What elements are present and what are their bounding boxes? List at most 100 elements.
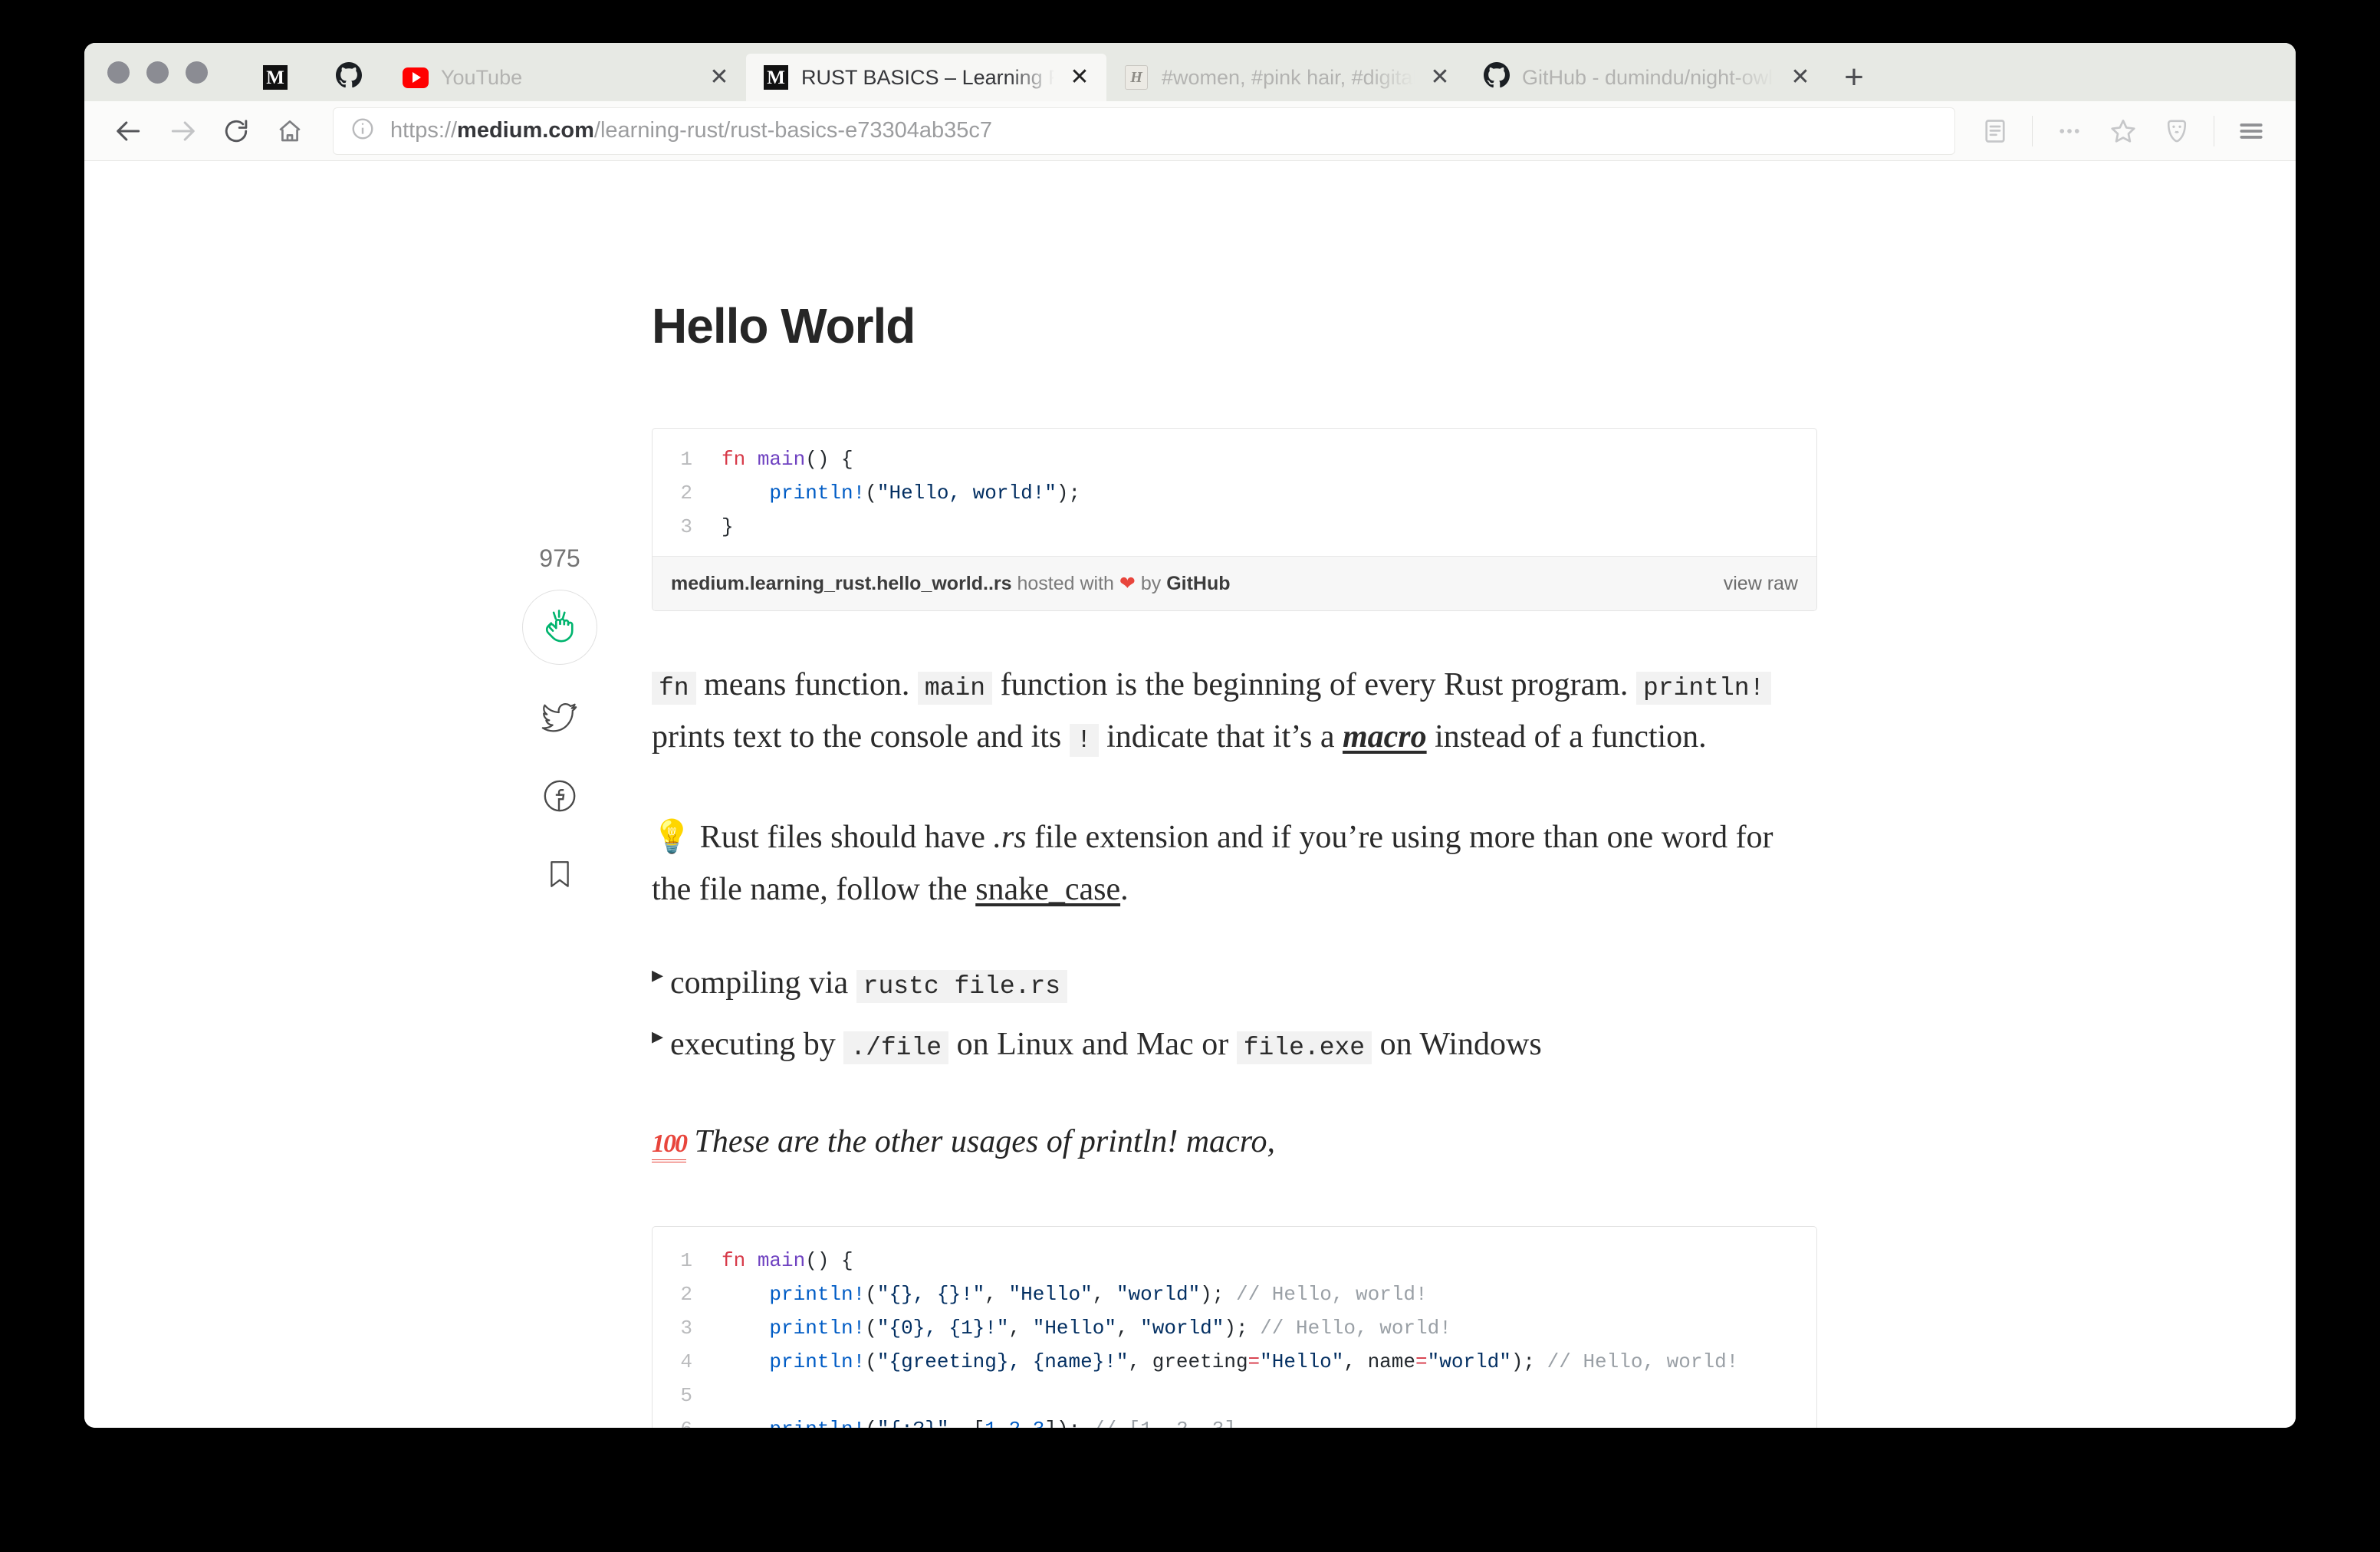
- code-text: println!("{:?}", [1,2,3]); // [1, 2, 3]: [712, 1412, 1236, 1428]
- inline-code: ./file: [843, 1031, 949, 1065]
- code-line: 3 println!("{0}, {1}!", "Hello", "world"…: [653, 1311, 1816, 1345]
- code-token: 3: [1033, 1418, 1045, 1428]
- window-close-button[interactable]: [107, 61, 130, 84]
- text-run: on Windows: [1372, 1027, 1542, 1063]
- code-token: 1: [985, 1418, 997, 1428]
- code-token: =: [1415, 1350, 1428, 1374]
- bullet-list: compiling via rustc file.rs executing by …: [652, 957, 1817, 1070]
- code-block-2: 1 fn main() {2 println!("{}, {}!", "Hello…: [652, 1226, 1817, 1428]
- bookmark-star-icon[interactable]: [2099, 107, 2148, 156]
- tab-hashtags[interactable]: H #women, #pink hair, #digital art ✕: [1106, 54, 1467, 101]
- tab-rust-basics[interactable]: M RUST BASICS – Learning Rust – ✕: [746, 54, 1106, 101]
- medium-logo-icon: M: [764, 65, 788, 90]
- line-number: 6: [653, 1412, 712, 1428]
- site-info-icon[interactable]: [350, 117, 375, 145]
- clap-button[interactable]: [522, 590, 597, 665]
- twitter-share-button[interactable]: [536, 695, 583, 743]
- bookmark-button[interactable]: [536, 852, 583, 899]
- tab-close-button[interactable]: ✕: [1067, 64, 1093, 90]
- code-token: println!: [769, 1350, 866, 1374]
- tab-close-button[interactable]: ✕: [1427, 64, 1453, 90]
- code-token: }: [722, 515, 734, 538]
- reader-mode-icon[interactable]: [1971, 107, 2020, 156]
- facebook-share-button[interactable]: [536, 774, 583, 821]
- new-tab-button[interactable]: +: [1827, 54, 1881, 101]
- medium-logo-icon: M: [263, 65, 288, 90]
- reload-button[interactable]: [212, 107, 261, 156]
- tab-medium-pinned[interactable]: M: [238, 54, 312, 101]
- view-raw-link[interactable]: view raw: [1724, 573, 1798, 595]
- code-token: , [: [948, 1418, 985, 1428]
- tab-favicon: M: [262, 64, 288, 90]
- tab-title: RUST BASICS – Learning Rust –: [801, 65, 1054, 89]
- code-token: =: [1248, 1350, 1261, 1374]
- code-token: () {: [805, 448, 853, 471]
- page-actions-icon[interactable]: [2045, 107, 2094, 156]
- inline-link[interactable]: macro: [1343, 719, 1427, 755]
- text-run: Rust files should have: [692, 820, 994, 856]
- text-run: compiling via: [670, 965, 856, 1001]
- browser-toolbar-actions: [1971, 107, 2276, 156]
- code-token: , name: [1343, 1350, 1415, 1374]
- code-line: 2 println!("Hello, world!");: [653, 476, 1816, 510]
- code-token: "{}, {}!": [876, 1283, 985, 1307]
- paragraph-rs-extension: 💡 Rust files should have .rs file extens…: [652, 811, 1817, 916]
- menu-hamburger-icon[interactable]: [2227, 107, 2276, 156]
- inline-code: main: [917, 672, 993, 705]
- youtube-logo-icon: [403, 67, 429, 88]
- code-line: 1 fn main() {: [653, 1244, 1816, 1277]
- code-token: "world": [1116, 1283, 1201, 1307]
- tab-close-button[interactable]: ✕: [706, 64, 732, 90]
- code-token: ]);: [1044, 1418, 1092, 1428]
- code-token: fn: [722, 448, 746, 471]
- code-token: "{:?}": [877, 1418, 949, 1428]
- page-title: Hello World: [652, 298, 916, 353]
- hundred-points-icon: 100: [652, 1129, 688, 1163]
- window-zoom-button[interactable]: [186, 61, 208, 84]
- inline-code: rustc file.rs: [856, 970, 1068, 1004]
- code-token: "Hello, world!": [876, 482, 1057, 505]
- facebook-icon: [541, 778, 578, 818]
- inline-link[interactable]: snake_case: [975, 872, 1120, 907]
- code-token: println!: [769, 1283, 866, 1307]
- window-traffic-lights: [107, 43, 238, 101]
- tab-strip: M YouTube ✕ M RUST BASICS – Learning Rust – ✕…: [84, 43, 2296, 101]
- tab-night-owl[interactable]: GitHub - dumindu/night-owl: UI ✕: [1467, 54, 1827, 101]
- gist-footer: medium.learning_rust.hello_world..rs hos…: [653, 556, 1816, 610]
- code-text: println!("Hello, world!");: [712, 476, 1080, 510]
- back-button[interactable]: [104, 107, 153, 156]
- browser-window: M YouTube ✕ M RUST BASICS – Learning Rust – ✕…: [84, 43, 2296, 1428]
- tab-title: YouTube: [441, 65, 523, 89]
- pocket-icon[interactable]: [2152, 107, 2201, 156]
- tab-close-button[interactable]: ✕: [1787, 64, 1813, 90]
- line-number: 3: [680, 1317, 692, 1340]
- tab-github-pinned[interactable]: [312, 54, 386, 101]
- home-button[interactable]: [265, 107, 314, 156]
- tab-favicon: H: [1123, 64, 1149, 90]
- line-number: 5: [680, 1384, 692, 1408]
- inline-code: println!: [1635, 672, 1772, 705]
- code-token: );: [1511, 1350, 1547, 1374]
- url-bar[interactable]: https://medium.com/learning-rust/rust-ba…: [333, 107, 1955, 155]
- tab-youtube[interactable]: YouTube ✕: [386, 54, 746, 101]
- line-number: 1: [680, 1249, 692, 1273]
- tab-title: #women, #pink hair, #digital art: [1162, 65, 1415, 89]
- github-logo-icon: [1484, 61, 1510, 94]
- forward-button[interactable]: [158, 107, 207, 156]
- code-token: , greeting: [1128, 1350, 1248, 1374]
- window-minimize-button[interactable]: [146, 61, 169, 84]
- code-token: fn: [722, 1249, 746, 1273]
- clap-count: 975: [539, 544, 580, 572]
- gist-host-name[interactable]: GitHub: [1166, 573, 1230, 594]
- italic-text: .rs: [993, 820, 1027, 856]
- line-number: 3: [680, 515, 692, 538]
- code-token: ,: [997, 1418, 1009, 1428]
- text-run: function is the beginning of every Rust …: [992, 667, 1636, 702]
- code-text: println!("{0}, {1}!", "Hello", "world");…: [712, 1311, 1451, 1345]
- twitter-icon: [541, 699, 578, 740]
- gist-filename[interactable]: medium.learning_rust.hello_world..rs: [671, 573, 1012, 594]
